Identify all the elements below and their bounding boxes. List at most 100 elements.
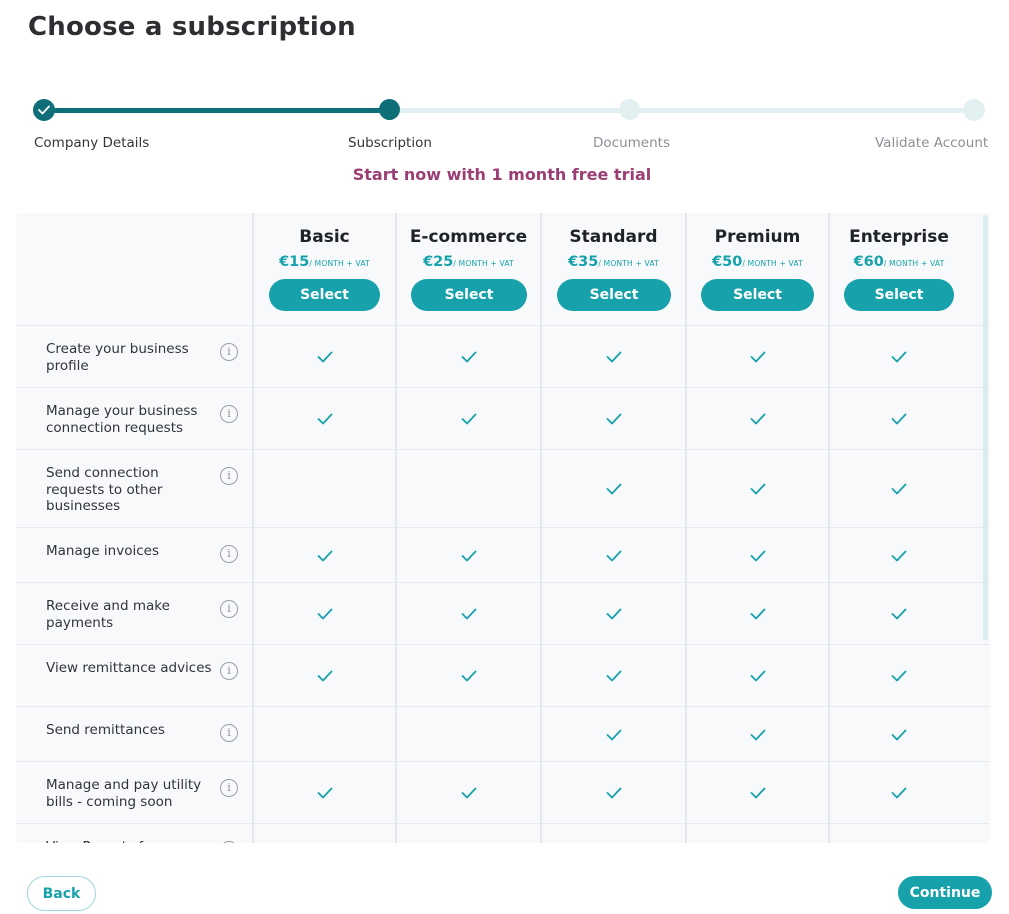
feature-row: Send remittances i: [16, 707, 990, 762]
plan-name: E-commerce: [409, 227, 528, 247]
check-icon: [750, 480, 766, 495]
step-documents-dot: [619, 99, 640, 120]
check-icon: [750, 547, 766, 562]
plan-price: €60/ MONTH + VAT: [829, 254, 969, 270]
continue-button[interactable]: Continue: [898, 876, 992, 909]
plan-column-e-commerce: E-commerce €25/ MONTH + VAT Select: [396, 213, 541, 326]
select-plan-button[interactable]: Select: [411, 279, 527, 311]
info-icon[interactable]: i: [220, 545, 238, 563]
feature-label: Receive and make payments: [46, 598, 170, 631]
plan-price-amount: €60: [853, 254, 884, 270]
column-divider: [540, 213, 542, 843]
check-icon: [750, 605, 766, 620]
plan-price: €25/ MONTH + VAT: [396, 254, 541, 270]
feature-row: Receive and make payments i: [16, 583, 990, 645]
subscription-comparison-table[interactable]: Basic €15/ MONTH + VAT Select E-commerce €25…: [16, 213, 990, 843]
plan-price: €35/ MONTH + VAT: [541, 254, 686, 270]
plan-price-period: / MONTH + VAT: [883, 259, 945, 268]
step-label-company-details: Company Details: [34, 135, 150, 151]
feature-row: Manage and pay utility bills - coming so…: [16, 762, 990, 824]
plan-price-amount: €50: [712, 254, 743, 270]
feature-row: Send connection requests to other busine…: [16, 450, 990, 528]
plan-price-amount: €25: [423, 254, 454, 270]
step-validate-account-dot: [963, 99, 985, 121]
info-icon[interactable]: i: [220, 841, 238, 843]
progress-stepper: Company Details Subscription Documents V…: [0, 0, 1009, 160]
select-plan-button[interactable]: Select: [701, 279, 814, 311]
check-icon: [891, 784, 907, 799]
check-icon: [750, 410, 766, 425]
plan-column-enterprise: Enterprise €60/ MONTH + VAT Select: [829, 213, 969, 326]
plan-name: Basic: [299, 227, 350, 247]
plan-price-period: / MONTH + VAT: [309, 259, 370, 268]
check-icon: [606, 410, 622, 425]
feature-label: View remittance advices: [46, 660, 212, 676]
feature-label: Manage invoices: [46, 543, 159, 559]
check-icon: [317, 348, 333, 363]
plan-column-standard: Standard €35/ MONTH + VAT Select: [541, 213, 686, 326]
check-icon: [606, 605, 622, 620]
check-icon: [461, 667, 477, 682]
stepper-track-remaining: [389, 108, 974, 113]
back-button[interactable]: Back: [27, 876, 96, 911]
plan-name: Enterprise: [849, 227, 949, 247]
check-icon: [461, 784, 477, 799]
step-label-subscription: Subscription: [348, 135, 432, 151]
feature-row: Manage invoices i: [16, 528, 990, 583]
plans-header-row: Basic €15/ MONTH + VAT Select E-commerce €25…: [16, 213, 990, 326]
feature-row: Create your business profile i: [16, 326, 990, 388]
info-icon[interactable]: i: [220, 405, 238, 423]
plan-column-basic: Basic €15/ MONTH + VAT Select: [253, 213, 396, 326]
feature-label: Send connection requests to other busine…: [46, 465, 163, 514]
column-divider: [395, 213, 397, 843]
info-icon[interactable]: i: [220, 600, 238, 618]
feature-label: Manage and pay utility bills - coming so…: [46, 777, 202, 810]
info-icon[interactable]: i: [220, 779, 238, 797]
plan-price-period: / MONTH + VAT: [598, 259, 659, 268]
check-icon: [891, 348, 907, 363]
step-label-validate-account: Validate Account: [875, 135, 989, 151]
step-label-documents: Documents: [593, 135, 670, 151]
info-icon[interactable]: i: [220, 467, 238, 485]
select-plan-button[interactable]: Select: [269, 279, 380, 311]
feature-label: View Reports for: [46, 839, 216, 843]
check-icon: [606, 667, 622, 682]
check-icon: [891, 410, 907, 425]
free-trial-banner: Start now with 1 month free trial: [352, 165, 652, 184]
select-plan-button[interactable]: Select: [557, 279, 671, 311]
check-icon: [317, 667, 333, 682]
column-divider: [252, 213, 254, 843]
info-icon[interactable]: i: [220, 724, 238, 742]
feature-label: Send remittances: [46, 722, 165, 738]
plan-price-amount: €15: [279, 254, 310, 270]
plan-column-premium: Premium €50/ MONTH + VAT Select: [686, 213, 829, 326]
plan-name: Premium: [714, 227, 801, 247]
check-icon: [750, 784, 766, 799]
check-icon: [461, 348, 477, 363]
info-icon[interactable]: i: [220, 343, 238, 361]
check-icon: [461, 410, 477, 425]
plan-price: €50/ MONTH + VAT: [686, 254, 829, 270]
step-subscription-dot: [379, 99, 400, 120]
check-icon: [606, 348, 622, 363]
check-icon: [317, 547, 333, 562]
check-icon: [461, 547, 477, 562]
info-icon[interactable]: i: [220, 662, 238, 680]
plan-name: Standard: [569, 227, 658, 247]
plan-price-period: / MONTH + VAT: [742, 259, 803, 268]
check-icon: [317, 605, 333, 620]
check-icon: [891, 547, 907, 562]
check-icon: [750, 726, 766, 741]
column-divider: [685, 213, 687, 843]
check-icon: [317, 784, 333, 799]
feature-label: Create your business profile: [46, 341, 189, 374]
column-divider: [828, 213, 830, 843]
check-icon: [317, 410, 333, 425]
feature-row: Manage your business connection requests…: [16, 388, 990, 450]
feature-label: Manage your business connection requests: [46, 403, 198, 436]
feature-row: View Reports for i: [16, 824, 990, 843]
check-icon: [606, 480, 622, 495]
check-icon: [461, 605, 477, 620]
select-plan-button[interactable]: Select: [844, 279, 954, 311]
table-scrollbar[interactable]: [983, 215, 988, 640]
